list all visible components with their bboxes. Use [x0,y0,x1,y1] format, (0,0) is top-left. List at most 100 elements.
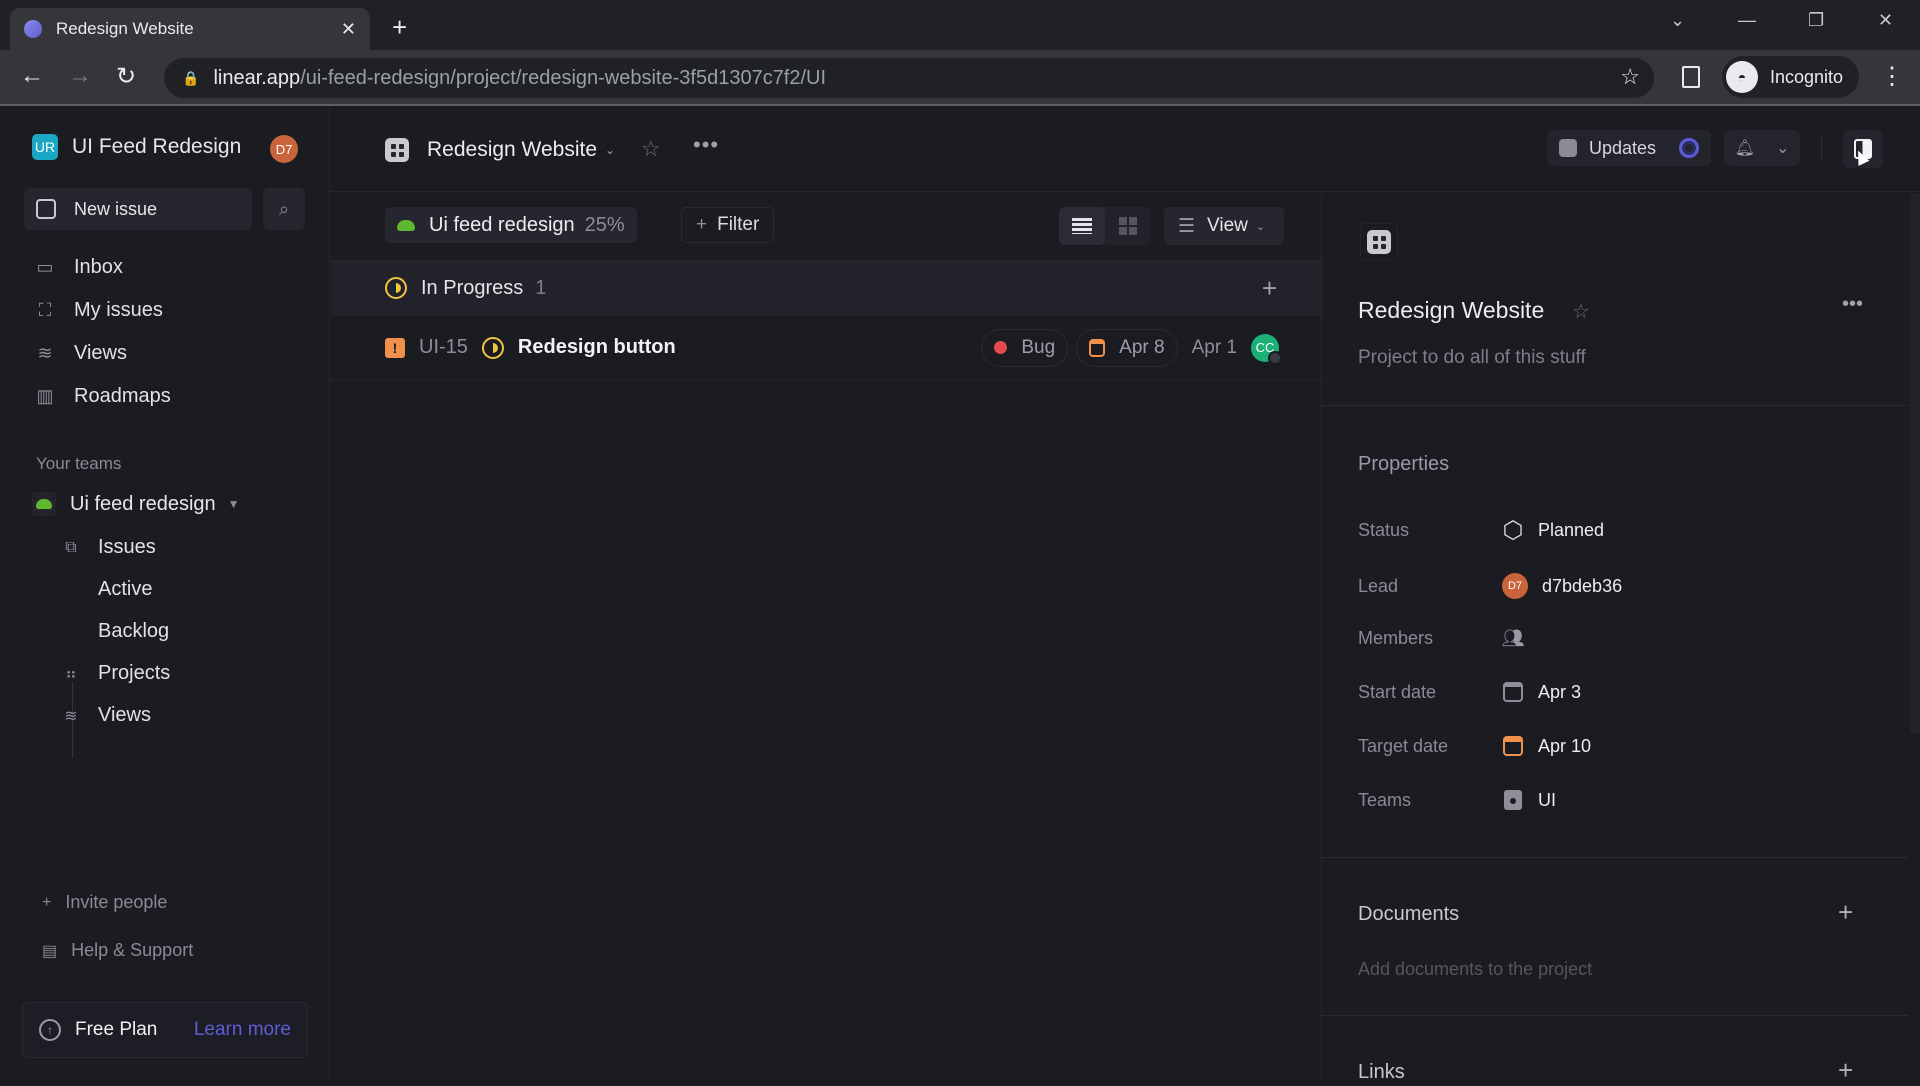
more-options-icon[interactable]: ••• [1842,293,1863,316]
forward-button[interactable]: → [68,62,92,90]
sidebar-item-backlog[interactable]: Backlog [98,620,169,643]
search-icon: ⌕ [278,198,290,219]
assignee-avatar[interactable]: CC [1251,333,1282,365]
issue-row[interactable]: ! UI-15 Redesign button Bug Apr 8 Apr 1 … [331,316,1321,380]
new-tab-button[interactable]: + [392,12,407,43]
links-heading: Links [1358,1061,1405,1083]
new-issue-label: New issue [74,198,158,219]
map-icon: ▥ [36,386,54,406]
browser-menu-icon[interactable]: ⋮ [1880,62,1904,91]
start-date-icon [1502,681,1524,703]
sidebar-item-projects[interactable]: ⠶ Projects [62,662,170,685]
label-pill-bug[interactable]: Bug [981,328,1069,367]
help-label: Help & Support [71,940,194,960]
sidebar-item-label: Issues [98,536,156,558]
sidebar-item-roadmaps[interactable]: ▥ Roadmaps [34,385,170,408]
reload-button[interactable]: ↻ [116,62,136,91]
sidebar-item-my-issues[interactable]: ⛶ My issues [34,299,163,322]
team-name: Ui feed redesign [70,492,216,515]
issue-title: Redesign button [517,336,676,358]
sidebar-item-inbox[interactable]: ▭ Inbox [34,256,122,279]
sidebar-item-label: Projects [98,662,171,684]
documents-empty-state[interactable]: Add documents to the project [1358,959,1592,980]
lock-icon: 🔒 [182,69,200,86]
teams-value[interactable]: UI [1502,789,1556,811]
project-description[interactable]: Project to do all of this stuff [1358,347,1586,369]
invite-people-link[interactable]: + Invite people [42,892,167,913]
browser-tab-strip: Redesign Website ✕ + ⌄ — ❐ ✕ [0,0,1920,50]
close-window-button[interactable]: ✕ [1878,10,1893,31]
sidebar-item-views[interactable]: ≋ Views [34,342,127,365]
search-button[interactable]: ⌕ [263,188,305,230]
divider [1322,857,1908,858]
bookmark-star-icon[interactable]: ☆ [1620,64,1640,90]
sidebar-item-active[interactable]: Active [98,578,152,601]
project-icon-button[interactable] [1360,223,1398,261]
teams-icon [1502,789,1524,811]
status-value[interactable]: ⬡ Planned [1502,517,1605,544]
due-date-text: Apr 8 [1119,336,1165,358]
add-link-icon[interactable]: + [1838,1055,1853,1086]
group-count: 1 [535,276,547,299]
members-value[interactable]: 👥︎ [1502,627,1538,649]
members-icon: 👥︎ [1501,627,1525,648]
close-tab-icon[interactable]: ✕ [341,19,356,40]
in-progress-status-icon[interactable] [481,336,504,359]
book-icon: ▤ [42,942,58,960]
target-date-value[interactable]: Apr 10 [1502,735,1591,757]
user-avatar[interactable]: D7 [270,135,298,163]
updates-button[interactable]: Updates [1547,130,1711,166]
tab-search-icon[interactable]: ⌄ [1670,10,1685,31]
add-issue-icon[interactable]: + [1262,273,1277,304]
filter-button[interactable]: + Filter [681,207,775,243]
add-document-icon[interactable]: + [1838,897,1853,928]
group-status-label: In Progress [421,276,524,299]
group-header-in-progress[interactable]: In Progress 1 + [331,261,1321,316]
list-view-button[interactable] [1059,207,1105,245]
restore-button[interactable]: ❐ [1808,10,1824,31]
address-bar[interactable]: 🔒 linear.app /ui-feed-redesign/project/r… [164,58,1654,98]
filter-bar: Ui feed redesign 25% + Filter ☰ View ⌄ [331,193,1321,261]
notifications-button[interactable]: 🔔︎ ⌄ [1724,130,1800,166]
browser-tab[interactable]: Redesign Website ✕ [10,8,370,50]
view-options-button[interactable]: ☰ View ⌄ [1164,207,1284,245]
layout-toggle [1059,207,1151,245]
learn-more-link[interactable]: Learn more [194,1019,291,1041]
incognito-badge[interactable]: ◓ Incognito [1722,56,1860,98]
urgent-priority-icon[interactable]: ! [385,337,405,358]
panel-scrollbar[interactable] [1910,193,1920,733]
minimize-button[interactable]: — [1738,10,1756,31]
incognito-icon: ◓ [1726,61,1758,93]
target-date-text: Apr 10 [1538,735,1592,756]
free-plan-banner: ↑ Free Plan Learn more [22,1002,308,1058]
sidebar-item-team-views[interactable]: ≋ Views [62,704,151,727]
lead-value[interactable]: D7 d7bdeb36 [1502,573,1622,599]
team-progress-chip[interactable]: Ui feed redesign 25% [385,207,637,243]
chevron-down-icon: ⌄ [1776,140,1790,157]
start-date-value[interactable]: Apr 3 [1502,681,1581,703]
linear-favicon-icon [24,20,42,38]
sidebar-item-issues[interactable]: ⧉ Issues [62,536,156,559]
panel-project-title[interactable]: Redesign Website [1358,297,1544,324]
more-options-icon[interactable]: ••• [693,132,719,158]
favorite-star-icon[interactable]: ☆ [641,136,661,162]
side-panel-icon[interactable] [1682,66,1700,88]
property-label: Start date [1358,681,1437,702]
issue-list-area: Ui feed redesign 25% + Filter ☰ View ⌄ I… [331,193,1321,1080]
property-label: Status [1358,519,1410,540]
workspace-switcher[interactable]: UR UI Feed Redesign [32,134,241,160]
sidebar: UR UI Feed Redesign D7 New issue ⌕ ▭ Inb… [0,108,330,1080]
board-icon [1119,217,1137,235]
board-view-button[interactable] [1105,207,1151,245]
back-button[interactable]: ← [20,62,44,90]
project-title-dropdown[interactable]: Redesign Website ⌄ [385,138,615,162]
new-issue-button[interactable]: New issue [24,188,252,230]
inbox-icon: ▭ [36,257,54,277]
due-date-pill[interactable]: Apr 8 [1076,328,1178,367]
url-host: linear.app [213,66,301,89]
help-support-link[interactable]: ▤ Help & Support [42,940,193,961]
sidebar-item-label: Views [98,704,151,726]
team-ui-feed-redesign[interactable]: Ui feed redesign ▼ [32,492,240,516]
property-start-date: Start date Apr 3 [1358,681,1581,703]
favorite-star-icon[interactable]: ☆ [1572,299,1590,324]
